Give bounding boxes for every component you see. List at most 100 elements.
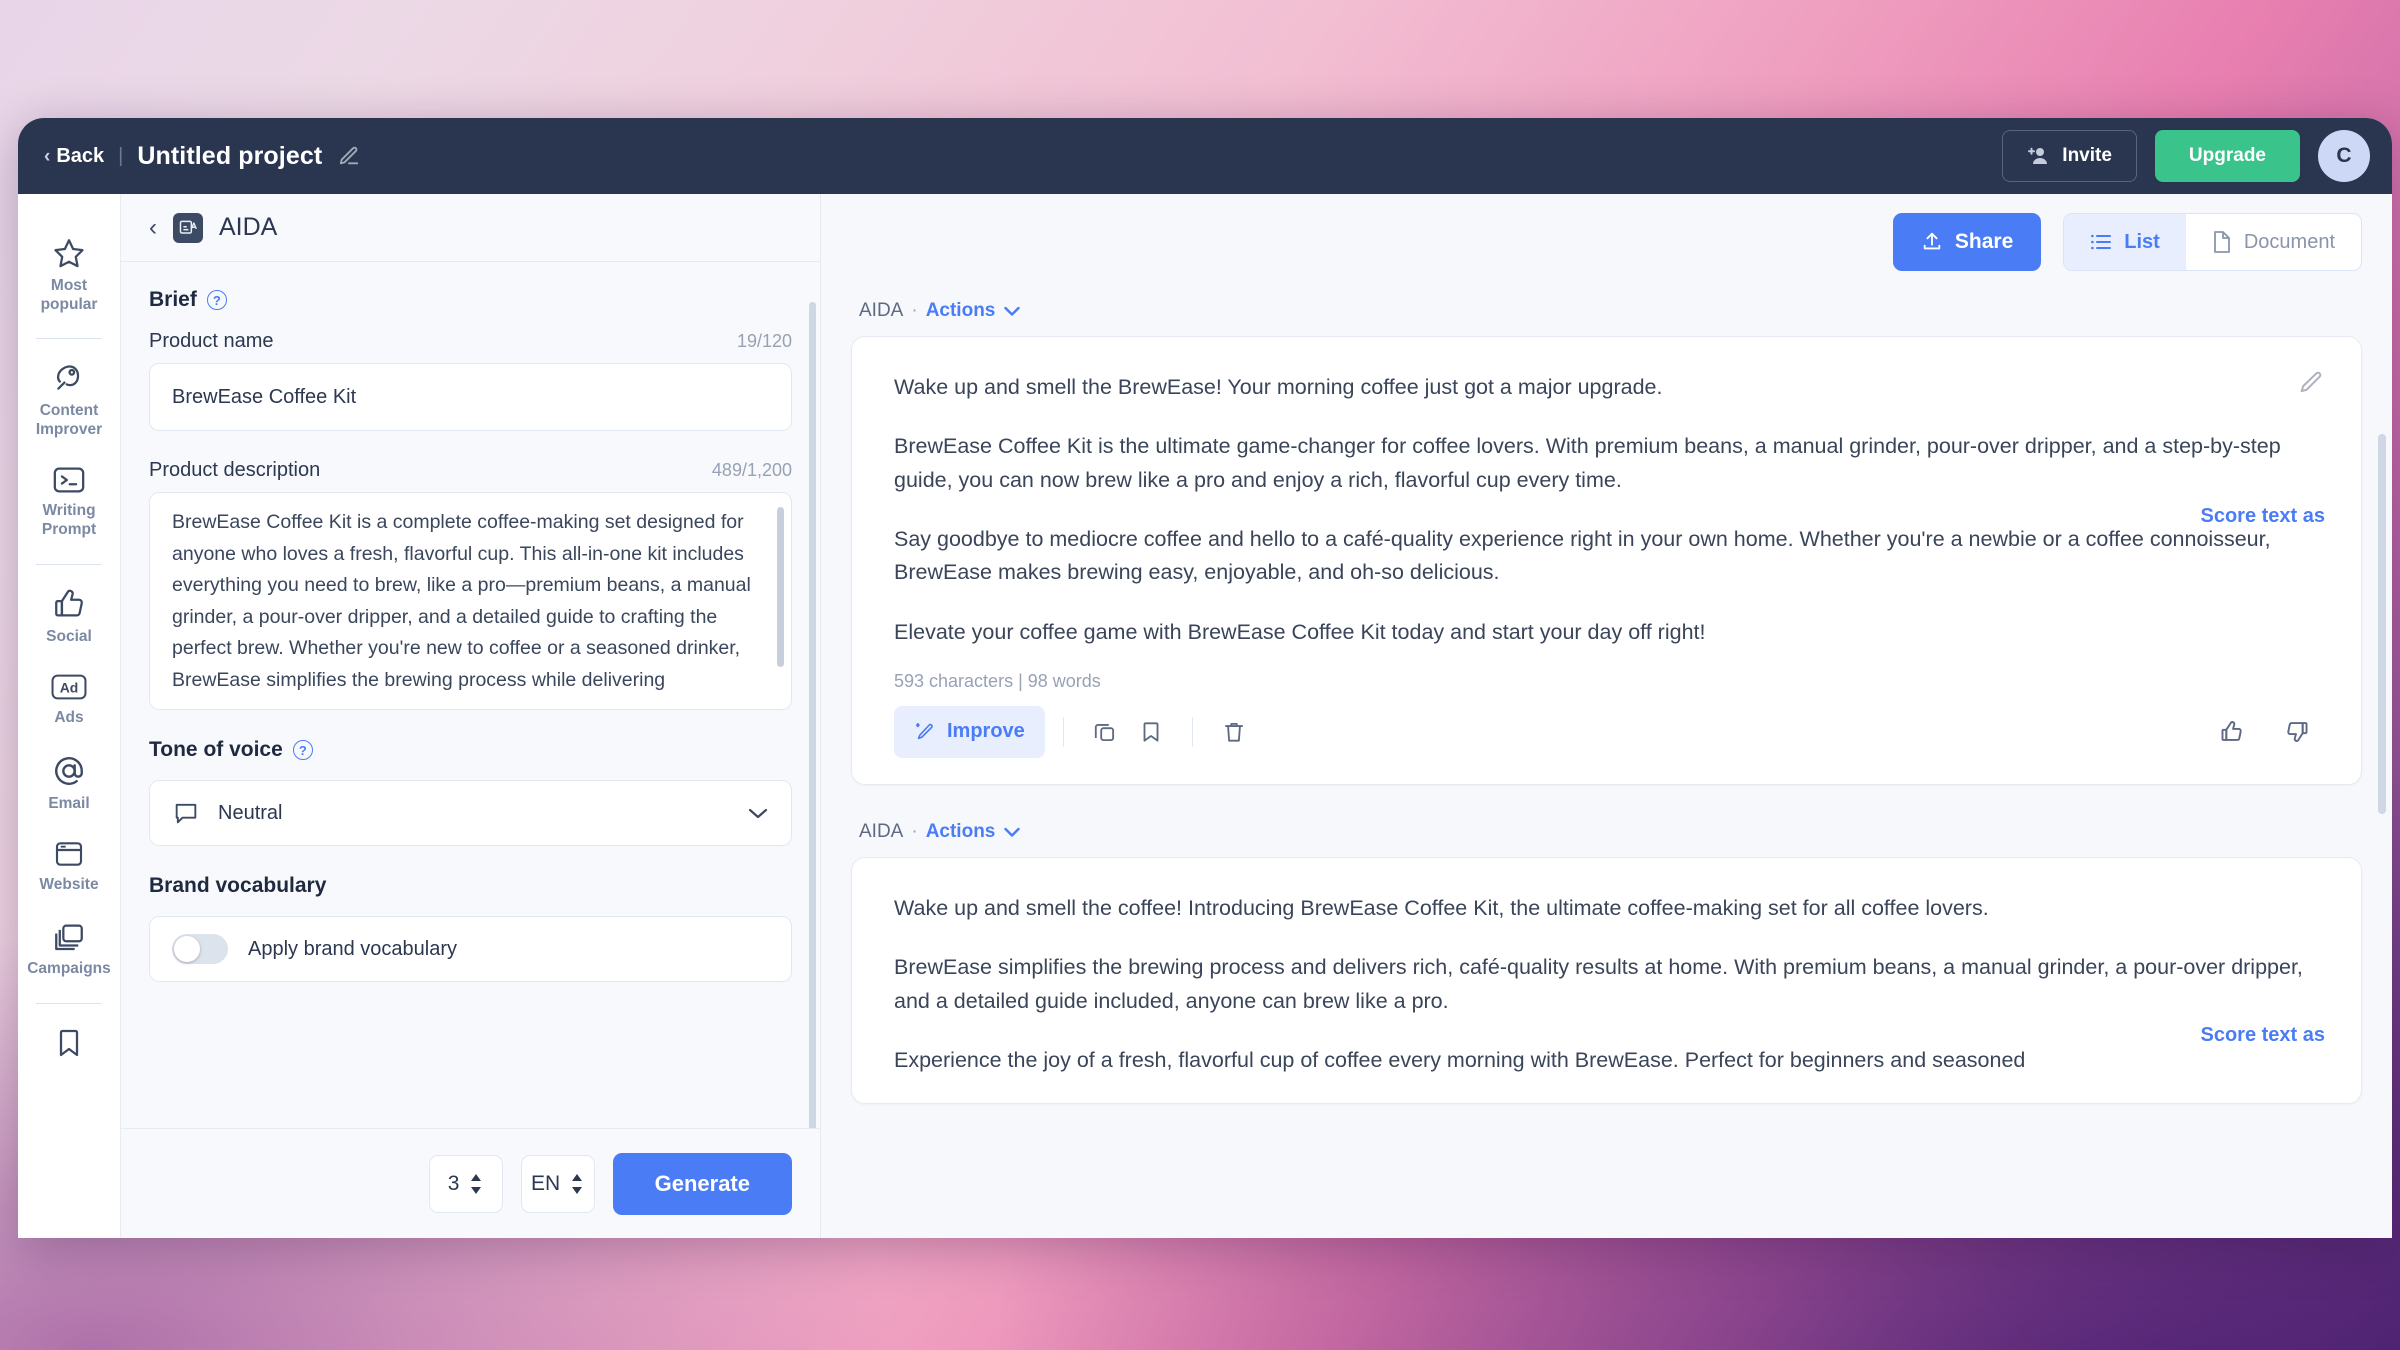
- at-icon: [52, 754, 86, 788]
- thumbs-down-icon[interactable]: [2273, 709, 2319, 755]
- rail-divider: [36, 563, 102, 565]
- improve-button[interactable]: Improve: [894, 705, 1045, 758]
- back-button[interactable]: ‹ Back: [44, 145, 104, 168]
- speech-bubble-icon: [172, 799, 200, 827]
- edit-pencil-icon[interactable]: [2297, 369, 2325, 397]
- tool-panel-title: AIDA: [219, 213, 278, 241]
- result-actions-dropdown[interactable]: Actions: [926, 300, 1022, 322]
- list-icon: [2090, 233, 2112, 251]
- help-icon[interactable]: ?: [206, 290, 227, 310]
- avatar[interactable]: C: [2318, 130, 2370, 182]
- score-text-as-link[interactable]: Score text as: [2200, 1024, 2325, 1047]
- bookmark-icon[interactable]: [1128, 709, 1174, 755]
- sidebar-item-most-popular[interactable]: Most popular: [23, 224, 115, 328]
- bookmark-icon: [53, 1026, 85, 1060]
- result-actions-label: Actions: [925, 300, 996, 321]
- thumbs-up-icon: [52, 587, 86, 621]
- result-count-line: 593 characters | 98 words: [894, 670, 1101, 691]
- product-description-counter: 489/1,200: [711, 460, 792, 480]
- brand-vocabulary-section-title: Brand vocabulary: [149, 874, 792, 898]
- thumbs-up-icon[interactable]: [2209, 709, 2255, 755]
- chevron-down-icon: [747, 806, 769, 820]
- outputs-count-stepper[interactable]: 3: [428, 1154, 503, 1213]
- result-paragraph: Wake up and smell the BrewEase! Your mor…: [894, 375, 1663, 399]
- tab-document-label: Document: [2243, 230, 2335, 253]
- tool-panel: ‹ AIDA Brief ? Product name 19/120 BrewE…: [121, 194, 821, 1238]
- product-name-value: BrewEase Coffee Kit: [172, 385, 357, 408]
- rocket-icon: [52, 361, 86, 395]
- outputs-count-value: 3: [447, 1171, 460, 1195]
- tone-section-title: Tone of voice ?: [149, 738, 792, 762]
- upgrade-label: Upgrade: [2188, 145, 2266, 166]
- invite-label: Invite: [2062, 145, 2112, 166]
- tab-list-label: List: [2124, 230, 2160, 253]
- result-paragraph: Experience the joy of a fresh, flavorful…: [894, 1047, 2026, 1072]
- help-icon[interactable]: ?: [292, 740, 313, 760]
- tool-panel-footer: 3 EN Generate: [121, 1128, 820, 1238]
- delete-trash-icon[interactable]: [1211, 709, 1257, 755]
- result-source: AIDA: [859, 300, 904, 321]
- terminal-icon: [52, 465, 86, 495]
- improve-label: Improve: [947, 720, 1025, 743]
- sidebar-item-writing-prompt[interactable]: Writing Prompt: [23, 453, 115, 553]
- sidebar-item-label: Website: [39, 876, 99, 894]
- stepper-arrows-icon: [570, 1172, 584, 1196]
- tab-document-view[interactable]: Document: [2186, 214, 2361, 270]
- tone-of-voice-select[interactable]: Neutral: [149, 780, 792, 846]
- result-paragraph: Elevate your coffee game with BrewEase C…: [894, 619, 1706, 644]
- product-name-field-head: Product name 19/120: [149, 330, 792, 353]
- sidebar-item-bookmarks[interactable]: [23, 1014, 115, 1074]
- topbar-actions: Invite Upgrade C: [2002, 130, 2370, 182]
- tab-list-view[interactable]: List: [2064, 214, 2186, 270]
- rail-divider: [36, 1002, 102, 1004]
- sidebar-item-content-improver[interactable]: Content Improver: [23, 349, 115, 453]
- view-switcher: List Document: [2063, 213, 2362, 271]
- product-description-field-head: Product description 489/1,200: [149, 459, 792, 482]
- product-description-value: BrewEase Coffee Kit is a complete coffee…: [172, 511, 751, 691]
- sidebar-item-social[interactable]: Social: [23, 575, 115, 661]
- chevron-left-icon: ‹: [44, 145, 51, 167]
- product-description-textarea[interactable]: BrewEase Coffee Kit is a complete coffee…: [149, 492, 792, 710]
- textarea-scrollbar[interactable]: [777, 507, 784, 667]
- stepper-arrows-icon: [469, 1172, 483, 1196]
- share-button[interactable]: Share: [1892, 213, 2042, 271]
- upgrade-button[interactable]: Upgrade: [2154, 130, 2300, 182]
- feedback-actions: [2209, 709, 2319, 755]
- chevron-down-icon: [1004, 827, 1021, 837]
- app-window: ‹ Back | Untitled project Invite Upgrade…: [18, 118, 2392, 1238]
- toolbar-divider: [1062, 716, 1064, 747]
- aida-template-icon: [173, 212, 203, 243]
- result-actions-dropdown[interactable]: Actions: [926, 821, 1022, 843]
- sidebar-item-email[interactable]: Email: [23, 742, 115, 828]
- sidebar-item-label: Social: [46, 627, 92, 645]
- sidebar-item-label: Campaigns: [27, 959, 111, 977]
- brief-section-title: Brief ?: [149, 288, 792, 312]
- share-upload-icon: [1921, 231, 1943, 253]
- result-meta: AIDA · Actions: [859, 300, 2362, 322]
- sidebar-item-website[interactable]: Website: [23, 827, 115, 909]
- sidebar-item-ads[interactable]: Ad Ads: [23, 660, 115, 742]
- results-scrollbar[interactable]: [2378, 434, 2386, 814]
- tone-label: Tone of voice: [149, 738, 283, 761]
- result-paragraph: Wake up and smell the coffee! Introducin…: [894, 895, 1989, 920]
- magic-wand-icon: [914, 721, 936, 743]
- edit-pencil-icon[interactable]: [338, 145, 360, 167]
- share-label: Share: [1954, 230, 2014, 253]
- brand-vocabulary-label: Brand vocabulary: [149, 874, 327, 897]
- panel-back-chevron-left-icon[interactable]: ‹: [149, 215, 157, 240]
- copy-icon[interactable]: [1082, 709, 1128, 755]
- generate-label: Generate: [654, 1170, 750, 1196]
- ad-icon: Ad: [50, 672, 88, 702]
- left-rail: Most popular Content Improver Writing Pr…: [18, 194, 121, 1238]
- body-split: Most popular Content Improver Writing Pr…: [18, 194, 2392, 1238]
- generate-button[interactable]: Generate: [612, 1152, 792, 1215]
- invite-button[interactable]: Invite: [2002, 130, 2137, 182]
- top-bar: ‹ Back | Untitled project Invite Upgrade…: [18, 118, 2392, 194]
- product-name-input[interactable]: BrewEase Coffee Kit: [149, 363, 792, 431]
- apply-brand-vocabulary-toggle[interactable]: [172, 934, 228, 964]
- tool-panel-scrollbar[interactable]: [809, 302, 816, 1128]
- language-stepper[interactable]: EN: [520, 1154, 595, 1213]
- sidebar-item-campaigns[interactable]: Campaigns: [23, 909, 115, 993]
- score-text-as-link[interactable]: Score text as: [2200, 505, 2325, 528]
- project-title: Untitled project: [137, 141, 323, 170]
